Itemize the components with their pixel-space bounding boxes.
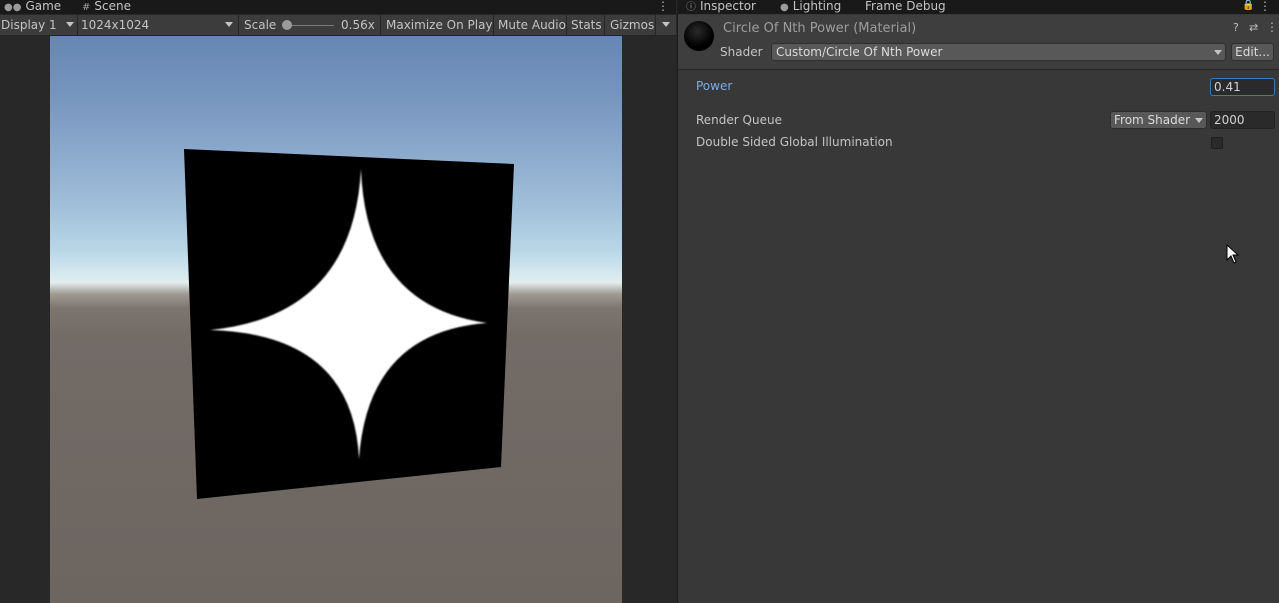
- tab-frame-debug-label: Frame Debug: [865, 0, 946, 13]
- game-toolbar: Display 1 1024x1024 Scale 0.56x Maximize…: [0, 15, 676, 36]
- scale-slider-knob[interactable]: [282, 20, 292, 30]
- material-menu-icon[interactable]: ⋮: [1266, 20, 1278, 34]
- scale-slider-track[interactable]: [286, 25, 334, 26]
- tab-lighting[interactable]: ● Lighting: [780, 0, 841, 14]
- inspector-menu-icon[interactable]: ⋮: [1259, 0, 1271, 14]
- tab-game-label: Game: [25, 0, 62, 13]
- gamepad-icon: ●●: [4, 2, 22, 13]
- render-queue-mode-dropdown[interactable]: From Shader: [1110, 111, 1207, 129]
- tab-frame-debug[interactable]: Frame Debug: [865, 0, 946, 14]
- display-caret-icon: [66, 22, 74, 27]
- tab-scene[interactable]: # Scene: [82, 0, 131, 14]
- toolbar-divider: [380, 15, 381, 35]
- material-preview-icon: [684, 21, 714, 51]
- shader-dropdown[interactable]: Custom/Circle Of Nth Power: [771, 43, 1226, 61]
- toolbar-divider: [238, 15, 239, 35]
- material-header: Circle Of Nth Power (Material) ? ⇄ ⋮ Sha…: [678, 15, 1279, 70]
- lightbulb-icon: ●: [780, 2, 789, 13]
- render-queue-input[interactable]: 2000: [1210, 111, 1275, 129]
- power-input[interactable]: 0.41: [1210, 78, 1275, 96]
- tab-inspector-label: Inspector: [700, 0, 756, 13]
- shader-caret-icon: [1214, 50, 1222, 55]
- game-render: [184, 149, 514, 499]
- tab-inspector[interactable]: ⓘ Inspector: [686, 0, 756, 14]
- presets-icon[interactable]: ⇄: [1249, 21, 1258, 34]
- resolution-dropdown-value: 1024x1024: [81, 18, 150, 32]
- stats-toggle[interactable]: Stats: [571, 15, 602, 35]
- gizmos-toggle[interactable]: Gizmos: [610, 15, 654, 35]
- display-dropdown-value: Display 1: [1, 18, 57, 32]
- lock-icon[interactable]: 🔒: [1242, 0, 1254, 14]
- toolbar-divider: [566, 15, 567, 35]
- scale-label: Scale: [244, 18, 277, 32]
- scale-value: 0.56x: [341, 18, 375, 32]
- game-panel-tabbar: ●● Game # Scene ⋮: [0, 0, 676, 14]
- mute-audio-toggle[interactable]: Mute Audio: [498, 15, 566, 35]
- edit-shader-button[interactable]: Edit...: [1231, 43, 1274, 61]
- render-queue-mode-value: From Shader: [1114, 113, 1191, 127]
- tab-lighting-label: Lighting: [792, 0, 842, 13]
- tab-game[interactable]: ●● Game: [4, 0, 61, 14]
- info-icon: ⓘ: [686, 2, 696, 13]
- render-queue-label: Render Queue: [696, 113, 782, 127]
- game-panel-menu-icon[interactable]: ⋮: [657, 0, 669, 14]
- toolbar-divider: [77, 15, 78, 35]
- shader-label: Shader: [720, 45, 763, 59]
- mouse-cursor-icon: [1226, 244, 1240, 264]
- material-title: Circle Of Nth Power (Material): [723, 21, 917, 36]
- toolbar-divider: [655, 15, 656, 35]
- maximize-on-play-toggle[interactable]: Maximize On Play: [386, 15, 493, 35]
- toolbar-divider: [604, 15, 605, 35]
- resolution-caret-icon: [225, 22, 233, 27]
- grid-icon: #: [82, 2, 91, 13]
- power-label: Power: [696, 79, 733, 93]
- gizmos-caret-icon[interactable]: [662, 22, 670, 27]
- help-icon[interactable]: ?: [1233, 21, 1239, 34]
- toolbar-divider: [493, 15, 494, 35]
- inspector-panel: [677, 0, 1279, 603]
- double-sided-gi-label: Double Sided Global Illumination: [696, 135, 893, 149]
- double-sided-gi-checkbox[interactable]: [1211, 137, 1223, 149]
- game-viewport[interactable]: [50, 36, 622, 603]
- resolution-dropdown[interactable]: 1024x1024: [81, 15, 237, 35]
- render-queue-caret-icon: [1195, 118, 1203, 123]
- inspector-tabbar: ⓘ Inspector ● Lighting Frame Debug 🔒 ⋮: [678, 0, 1279, 14]
- tab-scene-label: Scene: [94, 0, 131, 13]
- shader-dropdown-value: Custom/Circle Of Nth Power: [776, 45, 943, 59]
- display-dropdown[interactable]: Display 1: [1, 15, 77, 35]
